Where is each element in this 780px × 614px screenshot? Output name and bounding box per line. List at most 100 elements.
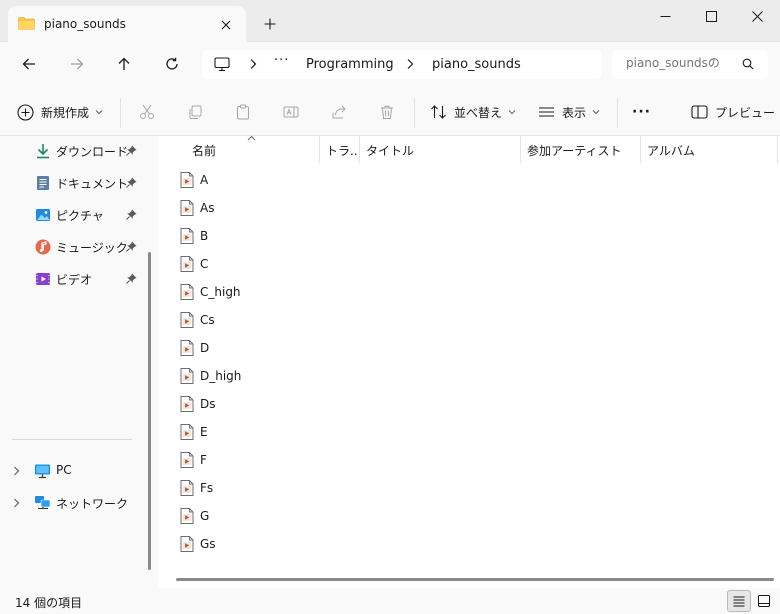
file-row[interactable]: C [180,250,740,278]
sidebar-item-videos[interactable]: ビデオ [0,264,142,294]
sidebar-item-pc[interactable]: PC [0,456,142,486]
breadcrumb-programming[interactable]: Programming [306,57,394,72]
new-button[interactable]: 新規作成 [17,98,103,126]
copy-button[interactable] [183,100,207,124]
audio-file-icon [180,228,194,244]
details-view-button[interactable] [727,590,751,612]
audio-file-icon [180,256,194,272]
paste-button[interactable] [231,100,255,124]
file-name: Cs [200,313,215,327]
maximize-button[interactable] [688,0,734,32]
sidebar-item-network[interactable]: ネットワーク [0,488,142,518]
address-overflow-button[interactable]: ··· [274,53,289,68]
separator [617,98,618,128]
minimize-button[interactable] [642,0,688,32]
column-header-album[interactable]: アルバム [641,136,778,163]
back-button[interactable] [14,50,44,78]
rename-icon [283,106,299,118]
navigation-pane: ダウンロード ドキュメント ピクチャ ミュージック ビデオ PC ネットワーク [0,136,142,588]
file-name: As [200,201,215,215]
copy-icon [189,105,202,119]
sidebar-item-label: ミュージック [56,241,128,255]
breadcrumb-piano-sounds[interactable]: piano_sounds [432,57,521,72]
delete-button[interactable] [375,100,399,124]
file-row[interactable]: G [180,502,740,530]
chevron-right-icon [407,59,414,69]
pin-icon[interactable] [126,145,137,156]
refresh-icon [166,57,178,70]
sidebar-item-pictures[interactable]: ピクチャ [0,200,142,230]
trash-icon [381,105,393,119]
item-count: 14 個の項目 [15,596,83,610]
column-header-title[interactable]: タイトル [360,136,521,163]
rename-button[interactable] [279,100,303,124]
view-button[interactable]: 表示 [538,98,600,126]
file-row[interactable]: Cs [180,306,740,334]
more-options-button[interactable]: ··· [632,98,651,126]
up-button[interactable] [109,50,139,78]
cut-button[interactable] [135,100,159,124]
address-bar[interactable]: ··· Programming piano_sounds [202,50,602,79]
file-row[interactable]: Fs [180,474,740,502]
file-row[interactable]: A [180,166,740,194]
more-icon: ··· [632,104,651,120]
chevron-right-icon[interactable] [13,466,20,476]
share-icon [332,105,346,119]
file-row[interactable]: C_high [180,278,740,306]
file-row[interactable]: D_high [180,362,740,390]
tab-piano-sounds[interactable]: piano_sounds [8,6,246,43]
chevron-right-icon [250,59,257,69]
tab-close-button[interactable] [214,14,238,36]
share-button[interactable] [327,100,351,124]
tiles-view-icon [758,595,770,607]
sort-button[interactable]: 並べ替え [430,98,516,126]
details-view-icon [733,596,745,606]
tab-title: piano_sounds [44,17,126,31]
plus-icon [264,18,276,30]
audio-file-icon [180,480,194,496]
new-label: 新規作成 [41,105,90,120]
close-icon [751,10,763,22]
pin-icon[interactable] [126,241,137,252]
pin-icon[interactable] [126,273,137,284]
file-row[interactable]: F [180,446,740,474]
chevron-right-icon[interactable] [13,498,20,508]
sidebar-item-music[interactable]: ミュージック [0,232,142,262]
pin-icon[interactable] [126,209,137,220]
preview-button[interactable]: プレビュー [691,98,775,126]
sidebar-item-documents[interactable]: ドキュメント [0,168,142,198]
file-name: Ds [200,397,216,411]
new-tab-button[interactable] [258,12,282,36]
file-row[interactable]: E [180,418,740,446]
horizontal-scrollbar[interactable] [176,578,774,581]
search-input[interactable] [626,56,738,70]
column-header-track[interactable]: トラ... [320,136,360,163]
forward-button[interactable] [62,50,92,78]
audio-file-icon [180,452,194,468]
scrollbar-thumb[interactable] [148,252,151,570]
column-header-artists[interactable]: 参加アーティスト [521,136,641,163]
audio-file-icon [180,312,194,328]
computer-icon [214,57,230,72]
tiles-view-button[interactable] [753,590,775,612]
close-icon [221,20,231,30]
file-name: F [200,453,207,467]
audio-file-icon [180,536,194,552]
file-row[interactable]: Gs [180,530,740,558]
sidebar-scrollbar[interactable] [142,136,158,588]
file-name: C [200,257,209,271]
sidebar-item-label: PC [56,463,72,477]
file-row[interactable]: Ds [180,390,740,418]
window-close-button[interactable] [734,0,780,32]
search-box[interactable] [612,50,768,79]
file-row[interactable]: B [180,222,740,250]
refresh-button[interactable] [157,50,187,78]
navigation-bar: ··· Programming piano_sounds [0,42,780,88]
pin-icon[interactable] [126,177,137,188]
pictures-icon [36,209,50,221]
file-row[interactable]: As [180,194,740,222]
music-icon [35,239,51,255]
sidebar-item-downloads[interactable]: ダウンロード [0,136,142,166]
file-row[interactable]: D [180,334,740,362]
chevron-down-icon [508,110,516,115]
